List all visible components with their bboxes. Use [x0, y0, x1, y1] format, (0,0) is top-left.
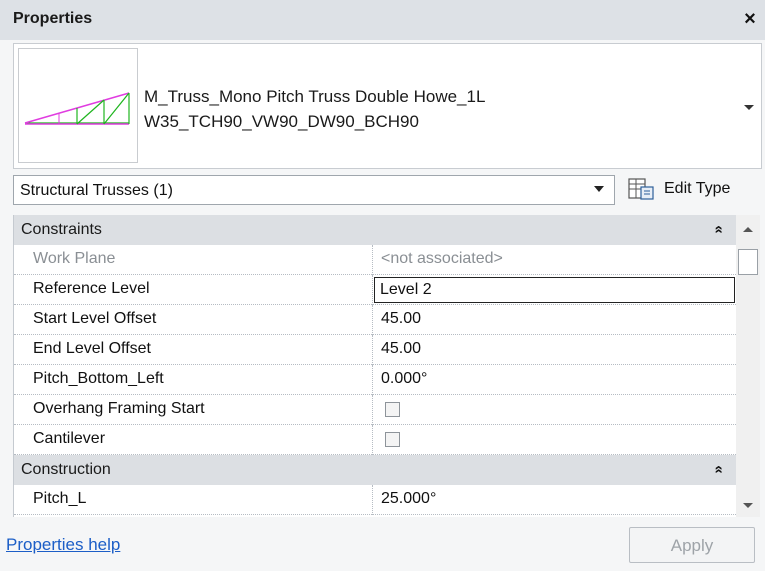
property-row-pitch-bottom-left[interactable]: Pitch_Bottom_Left 0.000°: [14, 365, 736, 395]
column-divider: [372, 305, 374, 335]
column-divider: [372, 365, 374, 395]
type-selector[interactable]: M_Truss_Mono Pitch Truss Double Howe_1L …: [13, 43, 762, 169]
vertical-scrollbar[interactable]: [736, 215, 760, 517]
scrollbar-thumb[interactable]: [738, 249, 758, 275]
title-bar: Properties ×: [0, 0, 765, 40]
property-name: Overhang Framing Start: [33, 400, 205, 417]
collapse-icon[interactable]: »: [710, 225, 727, 233]
property-row-start-level-offset[interactable]: Start Level Offset 45.00: [14, 305, 736, 335]
property-row-end-level-offset[interactable]: End Level Offset 45.00: [14, 335, 736, 365]
group-title: Construction: [21, 461, 111, 478]
category-selector-value: Structural Trusses (1): [20, 182, 173, 199]
scroll-up-icon[interactable]: [743, 227, 753, 232]
property-name: Cantilever: [33, 430, 106, 447]
property-value: <not associated>: [381, 250, 503, 267]
column-divider: [372, 335, 374, 365]
cantilever-checkbox[interactable]: [385, 432, 400, 447]
group-header-construction[interactable]: Construction »: [14, 455, 736, 485]
property-row-pitch-l[interactable]: Pitch_L 25.000°: [14, 485, 736, 515]
property-value[interactable]: 45.00: [381, 340, 421, 358]
close-icon[interactable]: ×: [739, 8, 761, 30]
type-name: M_Truss_Mono Pitch Truss Double Howe_1L …: [144, 84, 485, 134]
property-value: Level 2: [380, 281, 432, 298]
property-row-reference-level[interactable]: Reference Level Level 2: [14, 275, 736, 305]
chevron-down-icon: [594, 186, 604, 192]
group-header-constraints[interactable]: Constraints »: [14, 215, 736, 245]
reference-level-field[interactable]: Level 2: [374, 277, 735, 303]
properties-grid: Constraints » Work Plane <not associated…: [13, 215, 736, 517]
apply-button-label: Apply: [670, 536, 714, 555]
dropdown-arrow-icon[interactable]: [741, 99, 757, 115]
panel-title: Properties: [13, 10, 93, 27]
property-name: Work Plane: [33, 250, 116, 267]
category-selector[interactable]: Structural Trusses (1): [13, 175, 615, 205]
property-row-overhang-framing-start[interactable]: Overhang Framing Start: [14, 395, 736, 425]
property-value[interactable]: 45.00: [381, 310, 421, 328]
column-divider: [372, 425, 374, 455]
type-name-line1: M_Truss_Mono Pitch Truss Double Howe_1L: [144, 87, 486, 106]
collapse-icon[interactable]: »: [710, 465, 727, 473]
truss-preview-icon: [18, 48, 138, 163]
property-name: Pitch_L: [33, 490, 87, 507]
property-row-cantilever[interactable]: Cantilever: [14, 425, 736, 455]
properties-help-link[interactable]: Properties help: [6, 535, 120, 555]
property-name: Pitch_Bottom_Left: [33, 370, 164, 387]
property-name: Start Level Offset: [33, 310, 157, 327]
property-row-work-plane: Work Plane <not associated>: [14, 245, 736, 275]
property-value[interactable]: 0.000°: [381, 370, 427, 388]
column-divider: [372, 245, 374, 275]
column-divider: [372, 395, 374, 425]
properties-palette: Properties × M_Truss_Mono Pitch Truss Do…: [0, 0, 765, 571]
property-value[interactable]: 25.000°: [381, 490, 436, 508]
type-name-line2: W35_TCH90_VW90_DW90_BCH90: [144, 112, 419, 131]
apply-button[interactable]: Apply: [629, 527, 755, 563]
group-title: Constraints: [21, 221, 102, 238]
edit-type-icon: [628, 178, 656, 205]
column-divider: [372, 485, 374, 515]
overhang-framing-start-checkbox[interactable]: [385, 402, 400, 417]
property-name: End Level Offset: [33, 340, 151, 357]
scroll-down-icon[interactable]: [743, 503, 753, 508]
property-name: Reference Level: [33, 280, 150, 297]
edit-type-label: Edit Type: [664, 180, 731, 197]
edit-type-button[interactable]: Edit Type: [624, 172, 760, 206]
